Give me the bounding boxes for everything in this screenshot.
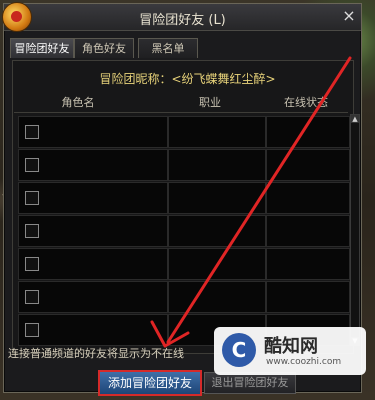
- annotation-arrow: [150, 56, 352, 348]
